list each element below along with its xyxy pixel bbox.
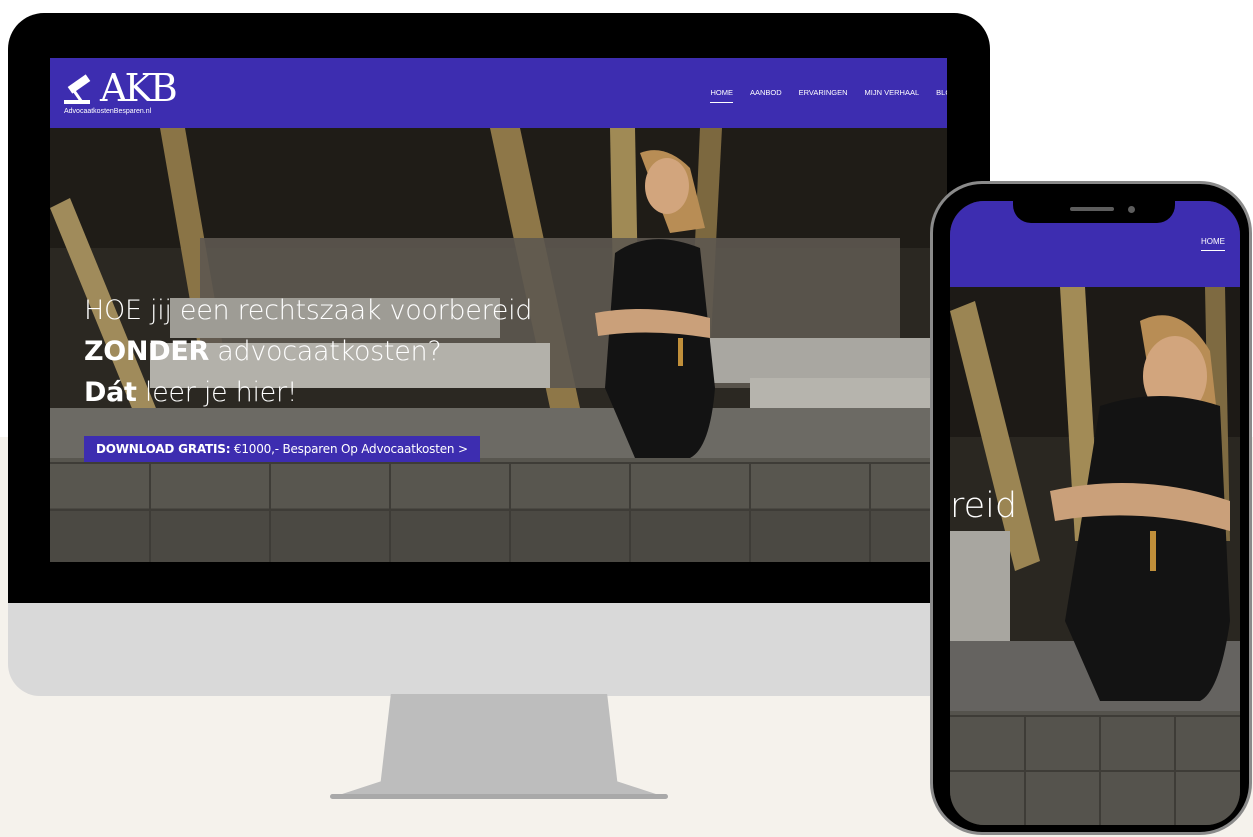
gavel-icon [64,74,91,104]
nav-ervaringen[interactable]: ERVARINGEN [799,88,848,103]
site-logo[interactable]: AKB AdvocaatkostenBesparen.nl [64,68,244,120]
hero-line-2-rest: advocaatkosten? [208,336,442,367]
nav-aanbod[interactable]: AANBOD [750,88,782,103]
hero-line-1: HOE jij een rechtszaak voorbereid [84,295,533,326]
hero-line-2: ZONDER advocaatkosten? [84,331,532,372]
desktop-screen: AKB AdvocaatkostenBesparen.nl HOME AANBO… [50,58,947,562]
hero-line-3: Dát leer je hier! [84,372,532,413]
monitor-stand-base [330,794,668,799]
logo-text: AKB [100,66,178,110]
nav-home[interactable]: HOME [710,88,733,103]
hero-line-3-bold: Dát [84,377,137,408]
hero-line-2-bold: ZONDER [84,336,209,367]
phone-screen: HOME reid [950,201,1240,825]
hero-headline: HOE jij een rechtszaak voorbereid ZONDER… [84,290,532,413]
cta-bold: DOWNLOAD GRATIS: [96,442,231,456]
logo-subtitle: AdvocaatkostenBesparen.nl [64,108,152,115]
phone-speaker [1070,207,1114,211]
phone-camera [1128,206,1135,213]
main-nav: HOME AANBOD ERVARINGEN MIJN VERHAAL BLOG [710,88,947,103]
hero-line-3-rest: leer je hier! [136,377,298,408]
phone-nav-home[interactable]: HOME [1201,237,1225,251]
top-navbar: AKB AdvocaatkostenBesparen.nl HOME AANBO… [50,58,947,128]
monitor-chin [8,603,990,696]
nav-blog[interactable]: BLOG [936,88,947,103]
nav-mijn-verhaal[interactable]: MIJN VERHAAL [865,88,920,103]
download-cta-button[interactable]: DOWNLOAD GRATIS: €1000,- Besparen Op Adv… [84,436,480,462]
phone-hero-fragment: reid [950,486,1018,526]
cta-rest: €1000,- Besparen Op Advocaatkosten > [230,442,468,456]
